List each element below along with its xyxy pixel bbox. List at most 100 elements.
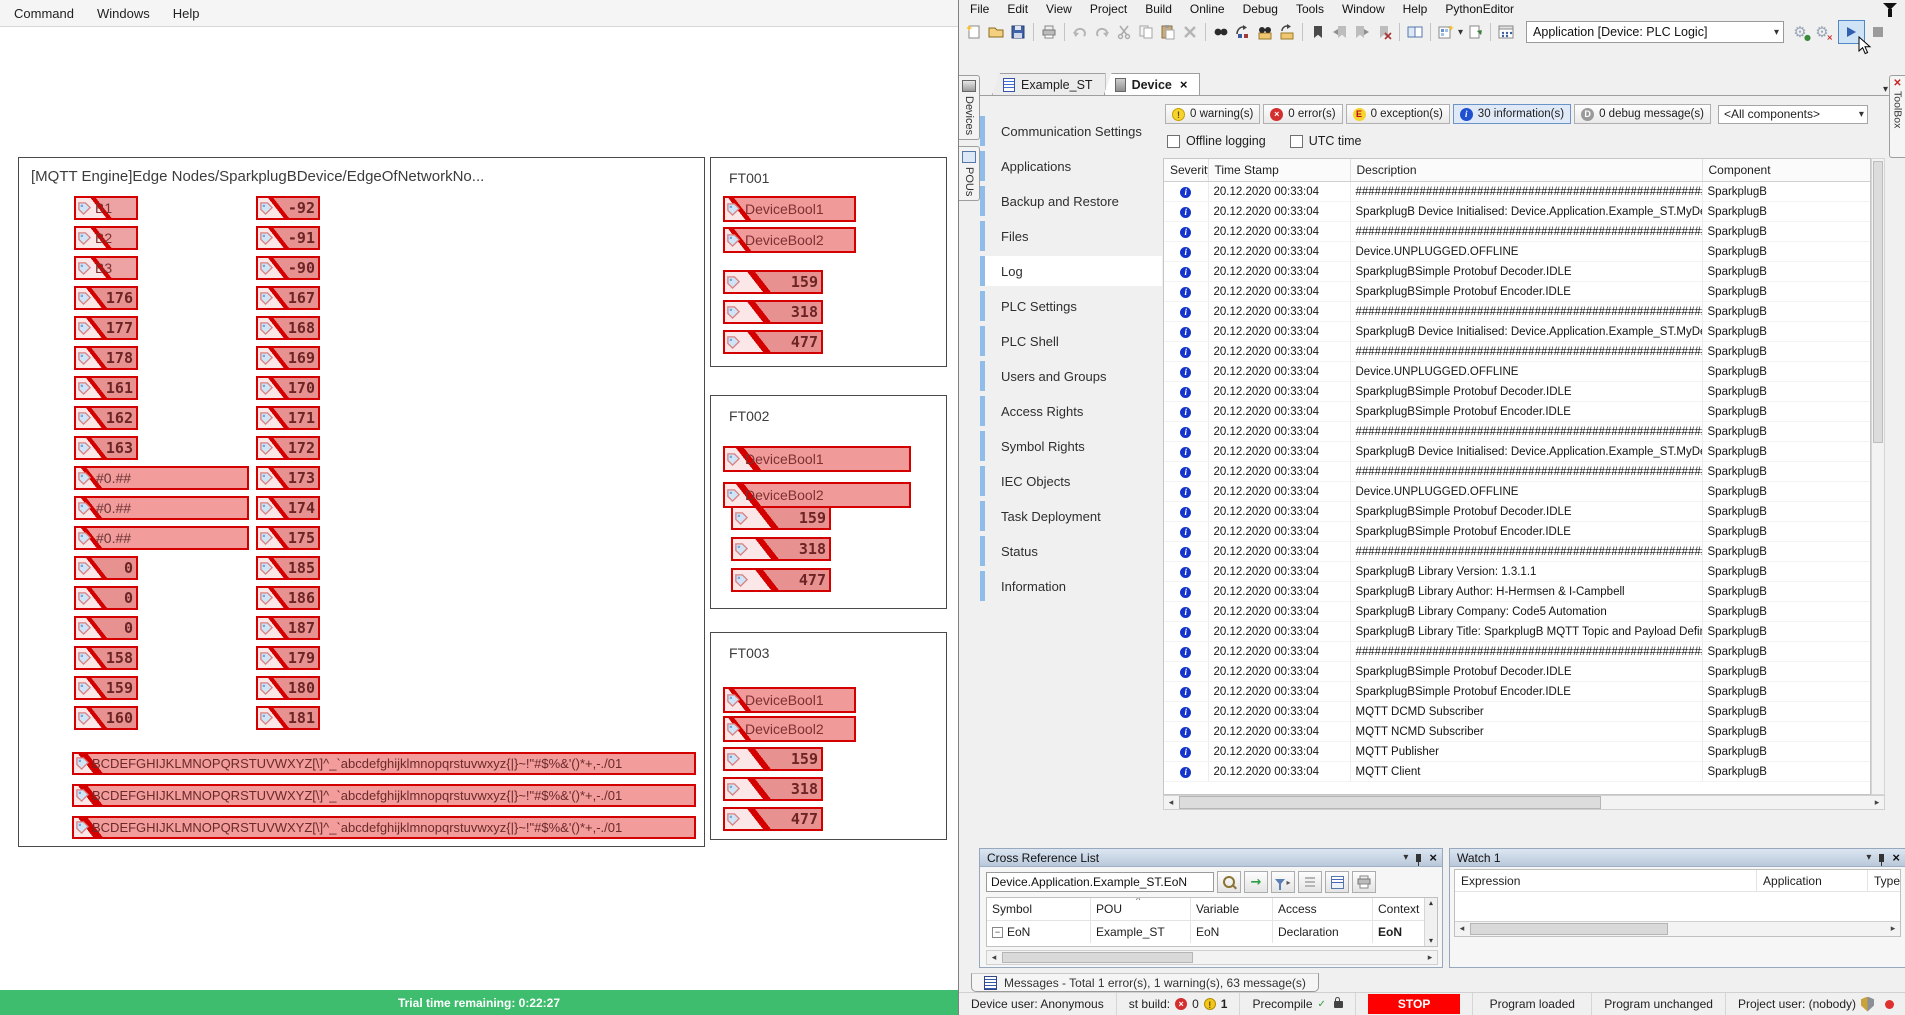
new-visualization-icon[interactable]	[1436, 22, 1456, 42]
scroll-left-icon[interactable]: ◂	[987, 953, 1001, 963]
menu-item[interactable]: Build	[1136, 2, 1181, 16]
go-button[interactable]: →	[1244, 871, 1268, 893]
log-row[interactable]: 20.12.2020 00:33:04 ####################…	[1164, 642, 1870, 662]
column-header-symbol[interactable]: Symbol	[987, 898, 1091, 920]
tag-display[interactable]: 318	[723, 777, 823, 801]
delete-icon[interactable]	[1180, 22, 1200, 42]
menu-item[interactable]: Online	[1181, 2, 1234, 16]
log-row[interactable]: 20.12.2020 00:33:04 SparkplugB Library V…	[1164, 562, 1870, 582]
log-filter-button[interactable]: 0 debug message(s)	[1574, 104, 1711, 124]
log-row[interactable]: 20.12.2020 00:33:04 SparkplugB Device In…	[1164, 202, 1870, 222]
tag-display[interactable]: 159	[74, 676, 138, 700]
grid-tool-icon[interactable]	[1496, 22, 1516, 42]
compare-icon[interactable]	[1405, 22, 1425, 42]
tag-display-bool[interactable]: DeviceBool2	[723, 482, 911, 508]
scrollbar-thumb[interactable]	[1873, 161, 1883, 443]
print-icon[interactable]	[1039, 22, 1059, 42]
active-application-selector[interactable]: Application [Device: PLC Logic] ▾	[1526, 21, 1784, 43]
log-row[interactable]: 20.12.2020 00:33:04 MQTT Client Sparkplu…	[1164, 762, 1870, 782]
menu-item[interactable]: Help	[165, 6, 215, 21]
scrollbar-thumb[interactable]	[1470, 923, 1668, 935]
scroll-down-icon[interactable]: ▾	[1429, 936, 1433, 945]
tag-display[interactable]: B3	[74, 256, 138, 280]
device-nav-item[interactable]: PLC Shell	[980, 326, 1162, 356]
paste-icon[interactable]	[1158, 22, 1178, 42]
log-row[interactable]: 20.12.2020 00:33:04 SparkplugBSimple Pro…	[1164, 282, 1870, 302]
undo-icon[interactable]	[1070, 22, 1090, 42]
scroll-left-icon[interactable]: ◂	[1164, 798, 1178, 808]
tag-display-bool[interactable]: DeviceBool1	[723, 687, 856, 713]
log-row[interactable]: 20.12.2020 00:33:04 ####################…	[1164, 422, 1870, 442]
tag-display[interactable]: 187	[256, 616, 320, 640]
log-horizontal-scrollbar[interactable]: ◂ ▸	[1163, 795, 1885, 810]
log-row[interactable]: 20.12.2020 00:33:04 SparkplugBSimple Pro…	[1164, 522, 1870, 542]
tag-display[interactable]: -92	[256, 196, 320, 220]
expand-icon[interactable]: −	[992, 927, 1003, 938]
log-row[interactable]: 20.12.2020 00:33:04 SparkplugB Device In…	[1164, 442, 1870, 462]
next-bookmark-icon[interactable]	[1352, 22, 1372, 42]
pin-icon[interactable]	[1416, 854, 1421, 862]
log-vertical-scrollbar[interactable]	[1871, 158, 1885, 795]
menu-item[interactable]: Debug	[1234, 2, 1287, 16]
tag-display[interactable]: 179	[256, 646, 320, 670]
tag-display[interactable]: 171	[256, 406, 320, 430]
panel-menu-caret[interactable]: ▾	[1866, 852, 1871, 863]
redo-icon[interactable]	[1092, 22, 1112, 42]
tag-display[interactable]: -90	[256, 256, 320, 280]
log-filter-button[interactable]: 30 information(s)	[1453, 104, 1571, 124]
tab-device[interactable]: Device ×	[1104, 73, 1201, 95]
panel-menu-caret[interactable]: ▾	[1403, 852, 1408, 863]
logout-icon[interactable]: ⚙×	[1812, 23, 1832, 41]
tab-pous[interactable]: POUs	[959, 146, 980, 201]
device-nav-item[interactable]: Log	[980, 256, 1162, 286]
column-header-type[interactable]: Type	[1868, 870, 1900, 892]
menu-item[interactable]: Command	[6, 6, 89, 21]
tag-display[interactable]: 477	[723, 330, 823, 354]
previous-bookmark-icon[interactable]	[1330, 22, 1350, 42]
tag-display-bool[interactable]: DeviceBool1	[723, 446, 911, 472]
find-in-files-icon[interactable]	[1255, 22, 1275, 42]
start-button[interactable]	[1838, 20, 1865, 44]
tag-display-bool[interactable]: DeviceBool1	[723, 196, 856, 222]
log-filter-button[interactable]: 0 warning(s)	[1165, 104, 1260, 124]
tag-display[interactable]: 159	[731, 506, 831, 530]
tag-display[interactable]: 175	[256, 526, 320, 550]
tab-toolbox[interactable]: ✕ ToolBox	[1889, 75, 1905, 158]
tag-display[interactable]: 477	[723, 807, 823, 831]
device-nav-item[interactable]: Status	[980, 536, 1162, 566]
tag-display-format[interactable]: #0.##	[74, 496, 249, 520]
tag-display[interactable]: 181	[256, 706, 320, 730]
tag-display[interactable]: -91	[256, 226, 320, 250]
tag-display-bool[interactable]: DeviceBool2	[723, 716, 856, 742]
scrollbar-thumb[interactable]	[1002, 952, 1193, 963]
column-header-expression[interactable]: Expression	[1455, 870, 1757, 892]
column-header-pou[interactable]: POU^	[1091, 898, 1191, 920]
tag-display[interactable]: 173	[256, 466, 320, 490]
tag-display-string[interactable]: BCDEFGHIJKLMNOPQRSTUVWXYZ[\]^_`abcdefghi…	[72, 784, 696, 807]
column-header-severity[interactable]: Severity	[1164, 159, 1208, 182]
device-nav-item[interactable]: Task Deployment	[980, 501, 1162, 531]
log-row[interactable]: 20.12.2020 00:33:04 ####################…	[1164, 542, 1870, 562]
device-nav-item[interactable]: Files	[980, 221, 1162, 251]
log-row[interactable]: 20.12.2020 00:33:04 ####################…	[1164, 462, 1870, 482]
filter-funnel-icon[interactable]	[1883, 3, 1897, 10]
tag-display[interactable]: 318	[731, 537, 831, 561]
log-row[interactable]: 20.12.2020 00:33:04 SparkplugB Library A…	[1164, 582, 1870, 602]
bookmark-icon[interactable]	[1308, 22, 1328, 42]
column-header-component[interactable]: Component	[1702, 159, 1870, 182]
menu-item[interactable]: Help	[1394, 2, 1437, 16]
copy-icon[interactable]	[1136, 22, 1156, 42]
tag-display[interactable]: 172	[256, 436, 320, 460]
messages-tab[interactable]: Messages - Total 1 error(s), 1 warning(s…	[971, 973, 1319, 992]
device-nav-item[interactable]: Communication Settings	[980, 116, 1162, 146]
pin-icon[interactable]	[1879, 854, 1884, 862]
log-row[interactable]: 20.12.2020 00:33:04 SparkplugBSimple Pro…	[1164, 382, 1870, 402]
tag-display[interactable]: 185	[256, 556, 320, 580]
tag-display[interactable]: 0	[74, 556, 138, 580]
tag-display[interactable]: 160	[74, 706, 138, 730]
scroll-right-icon[interactable]: ▸	[1886, 924, 1900, 934]
scroll-right-icon[interactable]: ▸	[1870, 798, 1884, 808]
device-nav-item[interactable]: Users and Groups	[980, 361, 1162, 391]
tag-display[interactable]: 180	[256, 676, 320, 700]
component-filter-select[interactable]: <All components> ▾	[1718, 105, 1868, 124]
